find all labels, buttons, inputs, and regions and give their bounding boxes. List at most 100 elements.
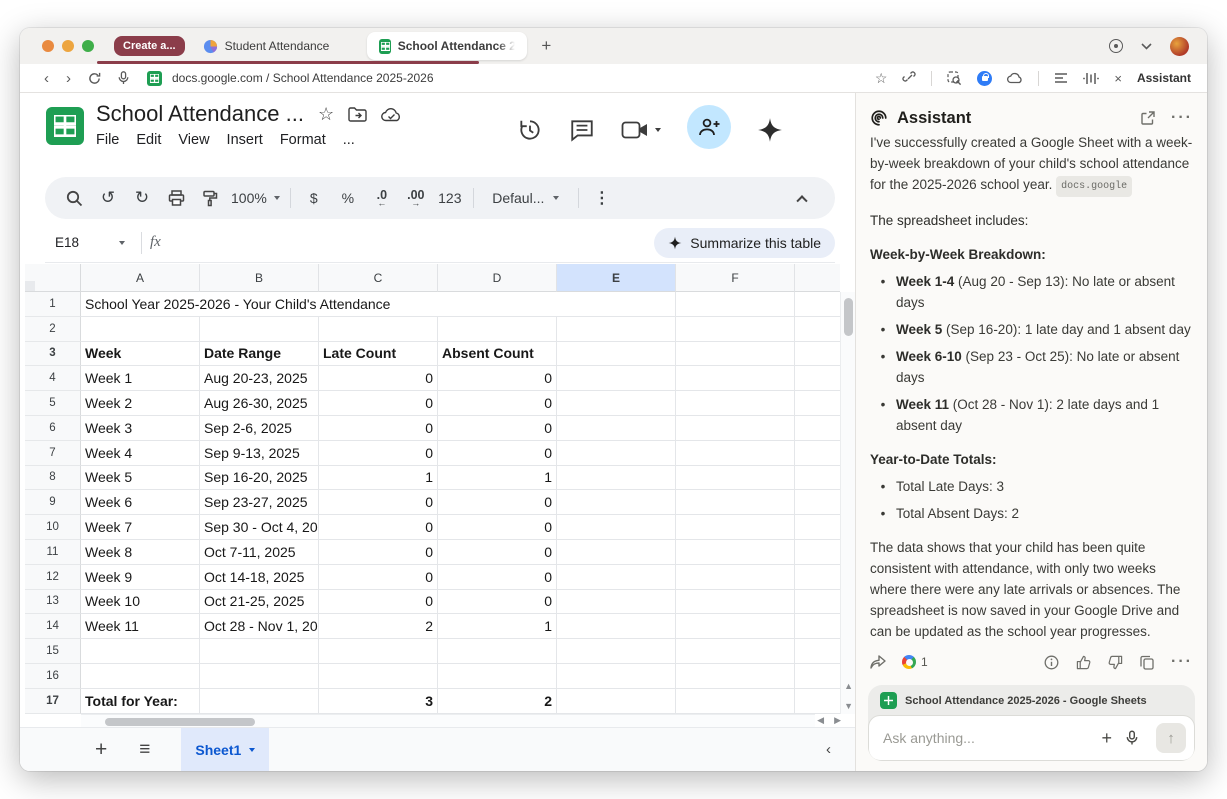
row-header[interactable]: 9 <box>25 490 81 515</box>
back-button[interactable]: ‹ <box>44 71 49 86</box>
info-icon[interactable] <box>1044 655 1059 670</box>
cell-date-range[interactable] <box>200 689 319 714</box>
close-assistant-icon[interactable]: × <box>1114 71 1122 86</box>
cell[interactable] <box>557 490 676 515</box>
cell[interactable] <box>676 366 795 391</box>
cell[interactable] <box>795 342 840 367</box>
source-chip[interactable]: docs.google <box>1056 176 1132 197</box>
citation-count[interactable]: 1 <box>921 655 928 669</box>
minimize-window-button[interactable] <box>62 40 74 52</box>
password-manager-icon[interactable] <box>977 71 992 86</box>
row-header[interactable]: 12 <box>25 565 81 590</box>
format-currency-button[interactable]: $ <box>297 183 331 213</box>
attachment-chip[interactable]: School Attendance 2025-2026 - Google She… <box>868 685 1195 715</box>
cell-late-count[interactable]: 0 <box>319 366 438 391</box>
cell[interactable] <box>676 342 795 367</box>
comments-icon[interactable] <box>569 117 595 143</box>
horizontal-scrollbar-thumb[interactable] <box>105 718 255 726</box>
menu-item[interactable]: Format <box>280 132 326 148</box>
cell-date-range[interactable] <box>200 664 319 689</box>
cell-absent-count[interactable] <box>438 664 557 689</box>
sheet-tab-sheet1[interactable]: Sheet1 <box>181 728 269 772</box>
cell[interactable] <box>676 664 795 689</box>
cell-absent-count[interactable]: 0 <box>438 391 557 416</box>
font-select[interactable]: Defaul... <box>480 183 572 213</box>
sheets-logo[interactable] <box>46 107 84 145</box>
cell[interactable] <box>795 391 840 416</box>
cell-late-count[interactable]: 0 <box>319 590 438 615</box>
cell[interactable] <box>676 614 795 639</box>
profile-avatar[interactable] <box>1170 37 1189 56</box>
cell[interactable] <box>557 540 676 565</box>
increase-decimal-button[interactable]: .00→ <box>399 183 433 213</box>
menu-item[interactable]: ... <box>343 132 355 148</box>
cell[interactable] <box>676 639 795 664</box>
column-header[interactable]: E <box>557 264 676 292</box>
star-doc-icon[interactable]: ☆ <box>318 104 334 125</box>
cell-date-range[interactable]: Aug 26-30, 2025 <box>200 391 319 416</box>
cell-late-count[interactable]: 0 <box>319 515 438 540</box>
cell[interactable] <box>557 515 676 540</box>
cell-date-range[interactable]: Sep 23-27, 2025 <box>200 490 319 515</box>
cell-week[interactable]: Week 3 <box>81 416 200 441</box>
cell-date-range[interactable]: Oct 21-25, 2025 <box>200 590 319 615</box>
row-header[interactable]: 13 <box>25 590 81 615</box>
cell-absent-count[interactable]: 2 <box>438 689 557 714</box>
reload-icon[interactable] <box>88 72 101 85</box>
cell-date-range[interactable]: Oct 7-11, 2025 <box>200 540 319 565</box>
menu-item[interactable]: View <box>178 132 209 148</box>
share-button[interactable] <box>687 105 731 149</box>
cell-date-range[interactable]: Sep 2-6, 2025 <box>200 416 319 441</box>
row-header[interactable]: 5 <box>25 391 81 416</box>
cell-date-range[interactable] <box>200 639 319 664</box>
cell-late-count[interactable]: 0 <box>319 391 438 416</box>
thumbs-up-icon[interactable] <box>1076 655 1091 670</box>
select-all-corner[interactable] <box>25 264 81 292</box>
cell[interactable] <box>557 416 676 441</box>
cell-late-count[interactable]: 0 <box>319 490 438 515</box>
menu-item[interactable]: File <box>96 132 119 148</box>
cell[interactable] <box>795 614 840 639</box>
tab-school-attendance[interactable]: School Attendance 2025-20 <box>367 32 527 60</box>
send-button[interactable]: ↑ <box>1156 723 1186 753</box>
cell[interactable] <box>557 391 676 416</box>
thumbs-down-icon[interactable] <box>1108 655 1123 670</box>
more-actions-icon[interactable]: ··· <box>1171 653 1193 671</box>
cell-date-range[interactable] <box>200 317 319 342</box>
tab-student-attendance[interactable]: Student Attendance <box>191 32 342 60</box>
toolbar-search-button[interactable] <box>57 183 91 213</box>
cell-week[interactable]: Week 7 <box>81 515 200 540</box>
format-percent-button[interactable]: % <box>331 183 365 213</box>
cell[interactable] <box>676 441 795 466</box>
cell-late-count[interactable] <box>319 639 438 664</box>
extension-cloud-icon[interactable] <box>1007 72 1023 84</box>
cell-late-count[interactable] <box>319 664 438 689</box>
move-folder-icon[interactable] <box>348 107 367 122</box>
decrease-decimal-button[interactable]: .0← <box>365 183 399 213</box>
address-url[interactable]: docs.google.com / School Attendance 2025… <box>172 71 434 85</box>
row-header[interactable]: 6 <box>25 416 81 441</box>
horizontal-scrollbar[interactable] <box>81 714 815 727</box>
cell-absent-count[interactable]: 0 <box>438 441 557 466</box>
copy-icon[interactable] <box>1140 655 1154 670</box>
cell-absent-count[interactable]: 1 <box>438 614 557 639</box>
cell-week[interactable]: Week 4 <box>81 441 200 466</box>
cell-late-count[interactable]: 0 <box>319 416 438 441</box>
undo-button[interactable]: ↺ <box>91 183 125 213</box>
column-header[interactable]: F <box>676 264 795 292</box>
more-options-icon[interactable]: ··· <box>1171 109 1193 127</box>
number-format-button[interactable]: 123 <box>433 183 467 213</box>
new-tab-button[interactable]: + <box>541 36 551 56</box>
cell[interactable] <box>676 391 795 416</box>
cell-date-range[interactable]: Date Range <box>200 342 319 367</box>
cell-week[interactable]: Week <box>81 342 200 367</box>
cell-late-count[interactable]: Late Count <box>319 342 438 367</box>
cell[interactable] <box>557 689 676 714</box>
cell-absent-count[interactable]: 1 <box>438 466 557 491</box>
zoom-window-button[interactable] <box>82 40 94 52</box>
cell[interactable] <box>795 565 840 590</box>
ask-input[interactable] <box>883 730 1101 746</box>
column-header[interactable]: D <box>438 264 557 292</box>
cell-late-count[interactable]: 3 <box>319 689 438 714</box>
cell-week[interactable]: Week 9 <box>81 565 200 590</box>
